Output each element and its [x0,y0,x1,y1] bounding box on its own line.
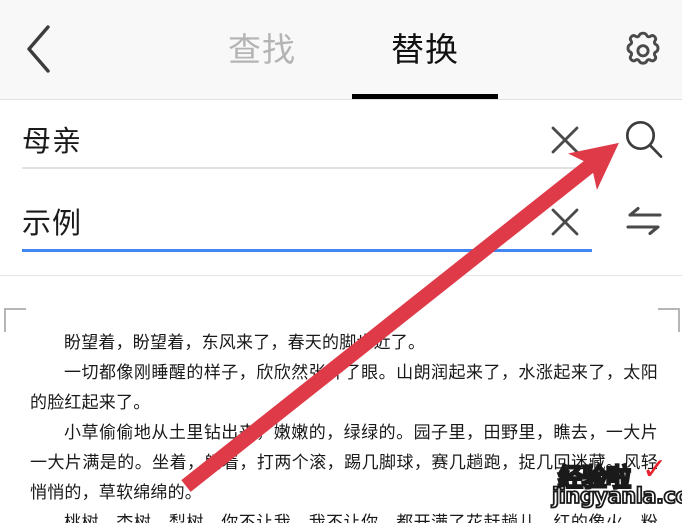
replace-row [0,191,682,269]
replace-swap-icon [622,202,666,242]
page-corner-mark-left [4,308,26,332]
replace-clear-button[interactable] [540,199,590,245]
search-button[interactable] [616,113,672,167]
tab-replace-label: 替换 [391,31,459,68]
tab-replace[interactable]: 替换 [352,0,498,100]
close-icon [548,123,582,157]
tab-bar: 查找 替换 [160,0,540,100]
replace-action-button[interactable] [616,195,672,249]
tab-find-label: 查找 [228,31,296,68]
settings-button[interactable] [612,20,674,82]
document-paragraph: 一切都像刚睡醒的样子，欣欣然张开了眼。山朗润起来了，水涨起来了，太阳的脸红起来了… [30,363,658,412]
document-paragraph: 盼望着，盼望着，东风来了，春天的脚步近了。 [64,333,426,352]
document-page: 盼望着，盼望着，东风来了，春天的脚步近了。 一切都像刚睡醒的样子，欣欣然张开了眼… [0,276,682,523]
search-icon [621,117,667,163]
find-input[interactable] [22,115,534,163]
back-button[interactable] [8,18,70,80]
replace-input[interactable] [22,197,534,245]
chevron-left-icon [22,23,56,75]
active-tab-indicator [352,94,498,99]
find-underline [22,167,592,169]
find-replace-fields [0,101,682,276]
page-corner-mark-right [658,308,680,332]
tab-find[interactable]: 查找 [202,0,322,100]
find-clear-button[interactable] [540,117,590,163]
gear-icon [620,28,666,74]
find-replace-screen: 查找 替换 母亲 示例 盼望着，盼望着，东风来了，春天的脚步近了。 一切都像刚睡… [0,0,682,523]
find-row [0,109,682,187]
document-paragraph: 小草偷偷地从土里钻出来，嫩嫩的，绿绿的。园子里，田野里，瞧去，一大片一大片满是的… [30,423,658,502]
app-topbar: 查找 替换 [0,0,682,100]
document-preview[interactable]: 盼望着，盼望着，东风来了，春天的脚步近了。 一切都像刚睡醒的样子，欣欣然张开了眼… [0,276,682,523]
document-text: 盼望着，盼望着，东风来了，春天的脚步近了。 一切都像刚睡醒的样子，欣欣然张开了眼… [30,328,658,523]
document-paragraph: 桃树、杏树、梨树，你不让我，我不让你，都开满了花赶趟儿。红的像火，粉的像霞，白的… [64,513,658,523]
close-icon [548,205,582,239]
replace-underline [22,249,592,252]
